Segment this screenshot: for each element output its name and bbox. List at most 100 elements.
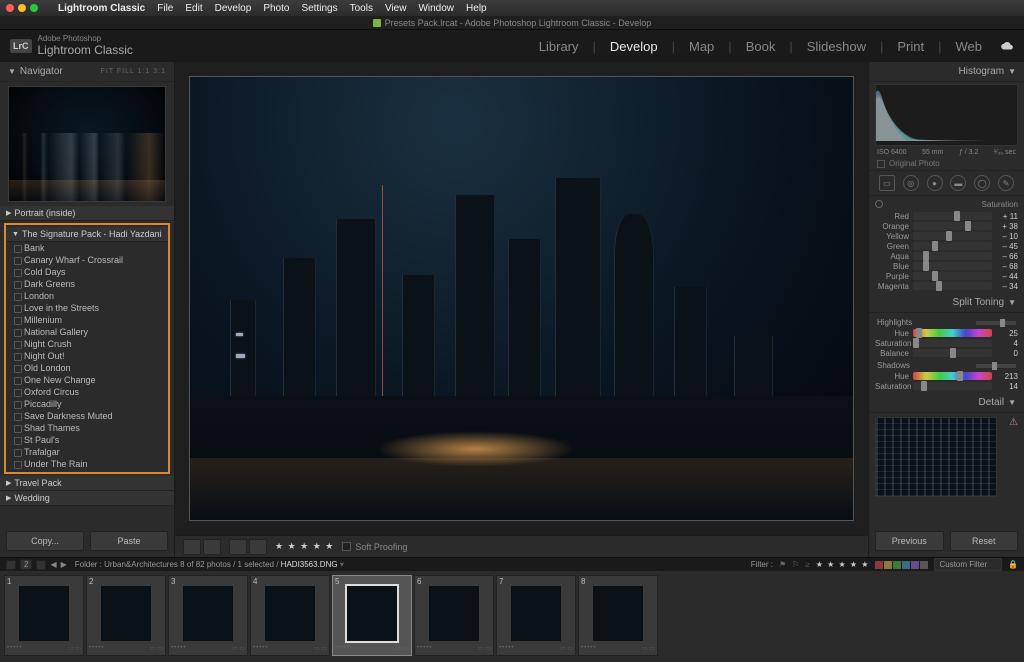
menu-window[interactable]: Window [418, 3, 454, 14]
preset-item[interactable]: Piccadilly [6, 398, 168, 410]
color-label-swatch[interactable] [911, 561, 919, 569]
preset-item[interactable]: National Gallery [6, 326, 168, 338]
color-label-swatch[interactable] [902, 561, 910, 569]
preset-item[interactable]: Dark Greens [6, 278, 168, 290]
shadows-sat-slider[interactable]: Saturation14 [875, 381, 1018, 391]
module-book[interactable]: Book [742, 39, 780, 54]
filter-stars[interactable]: ★ ★ ★ ★ ★ [816, 560, 870, 569]
redeye-tool-icon[interactable]: ● [927, 175, 943, 191]
preset-item[interactable]: One New Change [6, 374, 168, 386]
reset-button[interactable]: Reset [950, 531, 1019, 551]
saturation-slider-aqua[interactable]: Aqua– 66 [875, 251, 1018, 261]
navigator-panel-header[interactable]: ▼ Navigator FIT FILL 1:1 3:1 [0, 62, 174, 82]
preset-item[interactable]: Cold Days [6, 266, 168, 278]
previous-button[interactable]: Previous [875, 531, 944, 551]
rating-stars[interactable]: ★ ★ ★ ★ ★ [275, 541, 334, 552]
filmstrip[interactable]: 1•••••▭ ▭2•••••▭ ▭3•••••▭ ▭4•••••▭ ▭52••… [0, 571, 1024, 660]
custom-filter-dropdown[interactable]: Custom Filter [934, 558, 1002, 571]
preset-item[interactable]: St Paul's [6, 434, 168, 446]
saturation-slider-magenta[interactable]: Magenta– 34 [875, 281, 1018, 291]
preset-item[interactable]: Night Out! [6, 350, 168, 362]
saturation-slider-green[interactable]: Green– 45 [875, 241, 1018, 251]
saturation-slider-orange[interactable]: Orange+ 38 [875, 221, 1018, 231]
main-window-icon[interactable] [6, 560, 16, 570]
menu-edit[interactable]: Edit [185, 3, 202, 14]
crop-tool-icon[interactable]: ▭ [879, 175, 895, 191]
preset-item[interactable]: Love in the Streets [6, 302, 168, 314]
module-develop[interactable]: Develop [606, 39, 662, 54]
gradient-tool-icon[interactable]: ▬ [950, 175, 966, 191]
copy-button[interactable]: Copy... [6, 531, 84, 551]
detail-warning-icon[interactable]: ⚠ [1003, 413, 1024, 432]
preset-item[interactable]: Night Crush [6, 338, 168, 350]
brush-tool-icon[interactable]: ✎ [998, 175, 1014, 191]
module-map[interactable]: Map [685, 39, 718, 54]
loupe-view-button[interactable] [183, 539, 201, 555]
color-label-swatch[interactable] [875, 561, 883, 569]
highlights-hue-slider[interactable]: Hue25 [875, 328, 1018, 338]
filmstrip-thumbnail[interactable]: 7•••••▭ ▭ [496, 575, 576, 656]
preset-item[interactable]: Old London [6, 362, 168, 374]
filmstrip-thumbnail[interactable]: 8•••••▭ ▭ [578, 575, 658, 656]
filter-lock-icon[interactable]: 🔒 [1008, 560, 1018, 569]
spot-removal-icon[interactable]: ◎ [903, 175, 919, 191]
navigator-zoom-options[interactable]: FIT FILL 1:1 3:1 [101, 68, 166, 75]
preset-group-header[interactable]: ▼The Signature Pack - Hadi Yazdani [6, 227, 168, 242]
filmstrip-thumbnail[interactable]: 3•••••▭ ▭ [168, 575, 248, 656]
preset-item[interactable]: Trafalgar [6, 446, 168, 458]
main-image-preview[interactable] [189, 76, 854, 521]
preset-item[interactable]: Shad Thames [6, 422, 168, 434]
menu-develop[interactable]: Develop [215, 3, 252, 14]
preset-item[interactable]: London [6, 290, 168, 302]
preset-group-header[interactable]: ▶Wedding [0, 491, 174, 506]
menu-file[interactable]: File [157, 3, 173, 14]
app-menu[interactable]: Lightroom Classic [58, 3, 145, 14]
detail-preview[interactable] [875, 417, 997, 497]
copy-settings-button[interactable] [249, 539, 267, 555]
module-web[interactable]: Web [952, 39, 987, 54]
filmstrip-thumbnail[interactable]: 1•••••▭ ▭ [4, 575, 84, 656]
menu-settings[interactable]: Settings [301, 3, 337, 14]
preset-item[interactable]: Millenium [6, 314, 168, 326]
minimize-icon[interactable] [18, 4, 26, 12]
navigator-preview[interactable] [8, 86, 166, 202]
before-after-button[interactable] [203, 539, 221, 555]
maximize-icon[interactable] [30, 4, 38, 12]
preset-item[interactable]: Canary Wharf - Crossrail [6, 254, 168, 266]
flag-pick-icon[interactable]: ⚑ [779, 560, 786, 569]
soft-proofing-toggle[interactable]: Soft Proofing [342, 542, 407, 552]
flag-reject-icon[interactable]: ⚐ [792, 560, 799, 569]
shadows-swatch[interactable] [976, 364, 1016, 368]
cloud-sync-icon[interactable] [1000, 41, 1014, 51]
preset-item[interactable]: Oxford Circus [6, 386, 168, 398]
color-label-swatch[interactable] [920, 561, 928, 569]
filmstrip-thumbnail[interactable]: 2•••••▭ ▭ [86, 575, 166, 656]
menu-tools[interactable]: Tools [350, 3, 373, 14]
highlights-swatch[interactable] [976, 321, 1016, 325]
radial-tool-icon[interactable]: ◯ [974, 175, 990, 191]
split-toning-header[interactable]: Split Toning ▼ [869, 293, 1024, 313]
close-icon[interactable] [6, 4, 14, 12]
saturation-slider-red[interactable]: Red+ 11 [875, 211, 1018, 221]
secondary-count[interactable]: 2 [20, 559, 32, 570]
module-library[interactable]: Library [535, 39, 583, 54]
highlights-sat-slider[interactable]: Saturation4 [875, 338, 1018, 348]
targeted-adjust-icon[interactable] [875, 200, 883, 208]
module-slideshow[interactable]: Slideshow [803, 39, 870, 54]
saturation-slider-blue[interactable]: Blue– 68 [875, 261, 1018, 271]
breadcrumb[interactable]: Folder : Urban&Architectures 8 of 82 pho… [75, 560, 344, 569]
histogram-header[interactable]: Histogram ▼ [869, 62, 1024, 82]
detail-header[interactable]: Detail ▼ [869, 393, 1024, 413]
histogram-display[interactable] [875, 84, 1018, 146]
menu-photo[interactable]: Photo [263, 3, 289, 14]
saturation-slider-purple[interactable]: Purple– 44 [875, 271, 1018, 281]
filmstrip-thumbnail[interactable]: 52•••••▭ ▭ [332, 575, 412, 656]
menu-help[interactable]: Help [466, 3, 487, 14]
filter-color-labels[interactable] [875, 561, 928, 569]
original-photo-toggle[interactable]: Original Photo [869, 157, 1024, 170]
color-label-swatch[interactable] [884, 561, 892, 569]
preset-item[interactable]: Under The Rain [6, 458, 168, 470]
preset-item[interactable]: Bank [6, 242, 168, 254]
color-label-swatch[interactable] [893, 561, 901, 569]
module-print[interactable]: Print [893, 39, 928, 54]
